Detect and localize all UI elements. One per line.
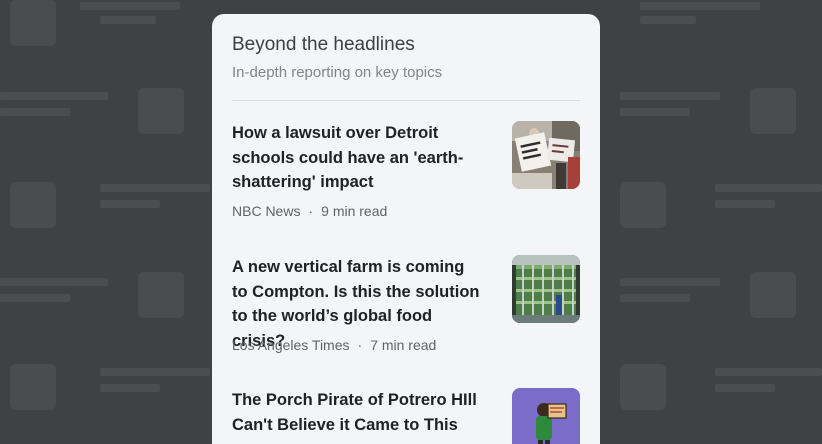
section-subtitle: In-depth reporting on key topics xyxy=(232,64,443,81)
placeholder-line xyxy=(100,200,160,208)
placeholder-line xyxy=(0,294,70,302)
placeholder-line xyxy=(715,184,822,192)
placeholder-thumb xyxy=(10,364,56,410)
placeholder-line xyxy=(0,278,108,286)
placeholder-line xyxy=(620,92,720,100)
article-read-time: 7 min read xyxy=(370,337,437,353)
article-headline[interactable]: How a lawsuit over Detroit schools could… xyxy=(232,121,484,195)
placeholder-thumb xyxy=(750,88,796,134)
article-meta: NBC News · 9 min read xyxy=(232,203,387,219)
placeholder-line xyxy=(620,108,690,116)
article-meta: Los Angeles Times · 7 min read xyxy=(232,337,436,353)
placeholder-line xyxy=(640,16,696,24)
placeholder-line xyxy=(100,384,160,392)
placeholder-thumb xyxy=(620,364,666,410)
placeholder-line xyxy=(640,2,760,10)
placeholder-thumb xyxy=(10,182,56,228)
placeholder-line xyxy=(100,184,210,192)
article-read-time: 9 min read xyxy=(321,203,388,219)
placeholder-thumb xyxy=(138,272,184,318)
article-card[interactable]: The Porch Pirate of Potrero HIll Can't B… xyxy=(232,388,580,444)
placeholder-line xyxy=(0,92,108,100)
vertical-farm-photo-icon[interactable] xyxy=(512,255,580,323)
article-source: NBC News xyxy=(232,203,301,219)
meta-separator: · xyxy=(308,203,314,219)
placeholder-line xyxy=(100,368,210,376)
protest-photo-icon[interactable] xyxy=(512,121,580,189)
placeholder-line xyxy=(715,384,775,392)
article-card[interactable]: A new vertical farm is coming to Compton… xyxy=(232,255,580,365)
section-title: Beyond the headlines xyxy=(232,34,415,55)
placeholder-line xyxy=(80,2,180,10)
divider xyxy=(232,100,580,101)
article-card[interactable]: How a lawsuit over Detroit schools could… xyxy=(232,121,580,231)
placeholder-line xyxy=(620,294,690,302)
placeholder-line xyxy=(715,368,822,376)
beyond-the-headlines-card: Beyond the headlines In-depth reporting … xyxy=(212,14,600,444)
article-source: Los Angeles Times xyxy=(232,337,350,353)
porch-pirate-illustration-icon[interactable] xyxy=(512,388,580,444)
placeholder-line xyxy=(0,108,70,116)
placeholder-thumb xyxy=(10,0,56,46)
placeholder-thumb xyxy=(620,182,666,228)
placeholder-thumb xyxy=(138,88,184,134)
placeholder-line xyxy=(100,16,156,24)
placeholder-line xyxy=(620,278,720,286)
placeholder-line xyxy=(715,200,775,208)
placeholder-thumb xyxy=(750,272,796,318)
meta-separator: · xyxy=(357,337,363,353)
